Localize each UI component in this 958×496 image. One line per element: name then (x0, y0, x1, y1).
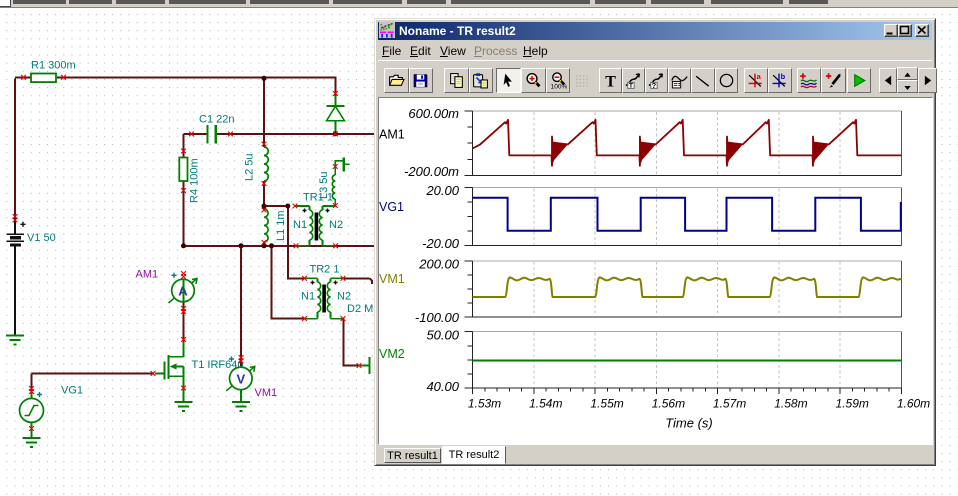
svg-text:1.54m: 1.54m (529, 397, 562, 411)
svg-text:40.00: 40.00 (426, 379, 459, 394)
svg-text:-200.00m: -200.00m (404, 164, 459, 179)
svg-text:VM1: VM1 (255, 387, 278, 399)
svg-text:1.53m: 1.53m (468, 397, 501, 411)
svg-text:-100.00: -100.00 (415, 310, 460, 325)
svg-text:D2 M: D2 M (347, 303, 373, 315)
svg-text:b: b (781, 72, 786, 81)
svg-text:T1 IRF640: T1 IRF640 (192, 359, 244, 371)
svg-text:1.59m: 1.59m (836, 397, 869, 411)
svg-text:N1: N1 (293, 219, 307, 231)
svg-text:R4 100m: R4 100m (189, 158, 201, 203)
svg-text:1.57m: 1.57m (713, 397, 746, 411)
svg-text:50.00: 50.00 (426, 328, 459, 343)
svg-text:N2: N2 (329, 219, 343, 231)
svg-text:600.00m: 600.00m (408, 106, 459, 121)
svg-text:200.00: 200.00 (418, 257, 460, 272)
svg-text:1.55m: 1.55m (590, 397, 623, 411)
svg-text:AM1: AM1 (136, 269, 159, 281)
svg-text:VG1: VG1 (61, 385, 83, 397)
svg-text:T: T (605, 73, 616, 89)
svg-text:R1 300m: R1 300m (31, 60, 76, 72)
svg-text:1.60m: 1.60m (897, 397, 930, 411)
svg-text:V: V (236, 371, 245, 386)
svg-text:1.58m: 1.58m (774, 397, 807, 411)
svg-text:1.56m: 1.56m (652, 397, 685, 411)
svg-text:VM1: VM1 (379, 272, 405, 286)
svg-text:VG1: VG1 (379, 200, 404, 214)
svg-text:TR2 1: TR2 1 (310, 264, 340, 276)
svg-text:-20.00: -20.00 (422, 236, 460, 251)
svg-text:100%: 100% (550, 83, 566, 89)
svg-text:C1 22n: C1 22n (199, 114, 234, 126)
svg-text:20.00: 20.00 (425, 183, 459, 198)
svg-text:L2 5u: L2 5u (244, 153, 256, 181)
svg-text:VM2: VM2 (379, 347, 405, 361)
svg-text:AM1: AM1 (379, 128, 405, 142)
svg-text:N2: N2 (337, 291, 351, 303)
svg-text:L1 1m: L1 1m (275, 210, 287, 241)
svg-text:L3 5u: L3 5u (318, 171, 330, 199)
svg-text:V1 50: V1 50 (27, 232, 56, 244)
svg-text:N1: N1 (301, 291, 315, 303)
svg-text:?: ? (652, 81, 657, 89)
svg-text:Time (s): Time (s) (665, 416, 713, 431)
svg-text:a: a (757, 72, 762, 81)
